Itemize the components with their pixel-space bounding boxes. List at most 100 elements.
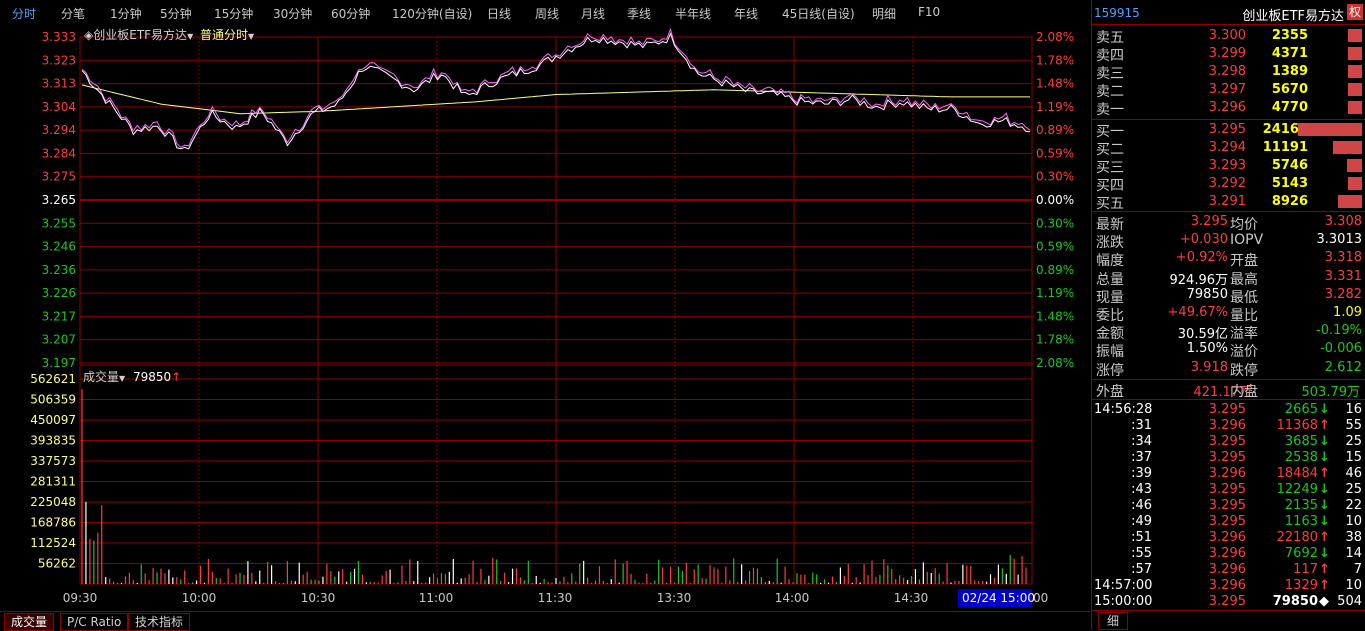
order-level-price[interactable]: 3.295 [1188,122,1246,137]
period-tab[interactable]: F10 [918,5,940,19]
tick-row: :39 3.296 18484 ↑ 46 [1092,466,1365,482]
period-tab[interactable]: 明细 [872,5,896,22]
pct-axis-label: 0.59% [1036,240,1074,254]
tick-time: :57 [1131,562,1152,577]
order-level-bar [1348,83,1362,96]
tick-price: 3.295 [1208,482,1246,497]
indicator-tab[interactable]: P/C Ratio [60,613,129,631]
order-level-price[interactable]: 3.300 [1188,28,1246,43]
price-axis-label: 3.207 [42,333,76,347]
volume-axis-label: 168786 [30,516,76,530]
order-level-label: 卖一 [1096,102,1124,118]
stat-value: 924.96万 [1169,272,1229,288]
order-level-volume: 2355 [1271,28,1308,43]
stat-label: 均价 [1230,217,1258,233]
volume-axis-label: 112524 [30,536,76,550]
tick-count: 38 [1345,530,1362,545]
order-level-volume: 11191 [1262,140,1308,155]
indicator-tab[interactable]: 成交量 [4,613,55,631]
pct-axis-label: 0.89% [1036,123,1074,137]
tick-volume: 79850 [1272,594,1318,609]
chart-mode-selector[interactable]: 普通分时▼ [200,26,254,43]
tick-volume: 1329 [1284,578,1318,593]
tick-price: 3.296 [1208,546,1246,561]
price-axis-label: 3.197 [42,356,76,370]
period-tab[interactable]: 日线 [487,5,511,22]
rights-badge[interactable]: 权 [1347,4,1363,20]
tick-count: 14 [1345,546,1362,561]
stat-value: +49.67% [1167,305,1228,320]
tick-time: :43 [1131,482,1152,497]
tick-volume: 1163 [1284,514,1318,529]
indicator-tab[interactable]: 技术指标 [128,613,191,631]
tick-price: 3.296 [1208,562,1246,577]
order-level-price[interactable]: 3.299 [1188,46,1246,61]
period-tab[interactable]: 60分钟 [331,5,370,22]
period-tab[interactable]: 1分钟 [110,5,142,22]
stat-label: 涨停 [1096,362,1124,379]
chevron-down-icon: ▼ [119,374,126,383]
stat-label: 溢率 [1230,326,1258,343]
volume-axis-label: 506359 [30,392,76,406]
diamond-icon: ◈ [84,28,94,42]
divider [1092,399,1365,400]
period-tab[interactable]: 45日线(自设) [782,5,855,22]
order-level-bar [1338,195,1362,208]
order-level-label: 买一 [1096,124,1124,140]
price-axis-label: 3.236 [42,263,76,277]
order-level-label: 买四 [1096,178,1124,194]
order-level-volume: 5143 [1271,176,1308,191]
pct-axis-label: 1.48% [1036,77,1074,91]
period-tab[interactable]: 分笔 [61,5,85,22]
tick-price: 3.295 [1208,514,1246,529]
pct-axis-label: 1.19% [1036,100,1074,114]
period-tab[interactable]: 周线 [535,5,559,22]
order-level-price[interactable]: 3.293 [1188,158,1246,173]
pct-axis-label: 0.30% [1036,170,1074,184]
period-tab[interactable]: 120分钟(自设) [392,5,472,22]
period-tab[interactable]: 30分钟 [273,5,312,22]
tick-price: 3.296 [1208,578,1246,593]
order-level-bar [1346,159,1362,172]
order-level-volume: 8926 [1271,194,1308,209]
detail-tab[interactable]: 细 [1098,612,1128,630]
order-level-price[interactable]: 3.291 [1188,194,1246,209]
tick-row: :46 3.295 2135 ↓ 22 [1092,498,1365,514]
order-level-label: 卖五 [1096,30,1124,46]
period-tab[interactable]: 5分钟 [160,5,192,22]
order-level-volume: 1389 [1271,64,1308,79]
tick-row: 15:00:00 3.295 79850 ◆ 504 [1092,594,1365,610]
period-tab[interactable]: 月线 [581,5,605,22]
period-tab[interactable]: 15分钟 [214,5,253,22]
order-level-price[interactable]: 3.297 [1188,82,1246,97]
price-axis-label: 3.246 [42,240,76,254]
period-tab[interactable]: 半年线 [675,5,711,22]
stat-value: 3.3013 [1316,232,1363,248]
period-tab[interactable]: 年线 [734,5,758,22]
stat-label: IOPV [1230,232,1264,249]
period-tab[interactable]: 分时 [12,5,36,22]
order-level-price[interactable]: 3.292 [1188,176,1246,191]
chart-security-selector[interactable]: ◈创业板ETF易方达▼ [84,26,193,43]
tick-count: 10 [1345,578,1362,593]
stat-value: 3.918 [1190,359,1228,375]
volume-value: 79850 [133,370,172,384]
tick-volume: 12249 [1276,482,1318,497]
volume-indicator-selector[interactable]: 成交量▼ 79850↑ [83,368,181,385]
tick-count: 25 [1345,434,1362,449]
tick-price: 3.295 [1208,498,1246,513]
pct-axis-label: 1.78% [1036,53,1074,67]
time-axis-end-label: 00 [1033,591,1048,605]
order-level-price[interactable]: 3.294 [1188,140,1246,155]
stat-value: +0.030 [1179,232,1228,248]
order-level-label: 卖四 [1096,48,1124,64]
price-axis-label: 3.265 [42,193,76,207]
cursor-time-label: 02/24 15:00 [962,591,1035,605]
order-level-price[interactable]: 3.296 [1188,100,1246,115]
intraday-chart[interactable]: 3.333 2.08% 3.323 1.78% 3.313 1.48% 3.304 1.19%… [0,26,1090,611]
price-axis-label: 3.217 [42,309,76,323]
order-level-price[interactable]: 3.298 [1188,64,1246,79]
price-axis-label: 3.275 [42,170,76,184]
pct-axis-label: 1.19% [1036,286,1074,300]
period-tab[interactable]: 季线 [627,5,651,22]
